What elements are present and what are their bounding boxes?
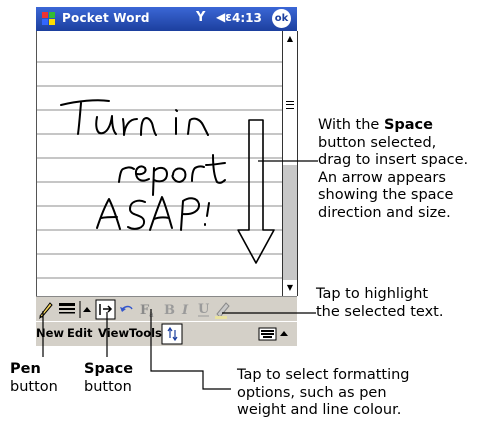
format-callout-line — [150, 309, 231, 390]
format-callout: Tap to select formatting options, such a… — [237, 367, 410, 418]
space-button-callout: Space button — [84, 361, 134, 395]
highlight-callout: Tap to highlight the selected text. — [316, 286, 444, 320]
space-callout: With the Space button selected, drag to … — [318, 117, 469, 221]
pen-callout: Pen button — [10, 361, 58, 395]
